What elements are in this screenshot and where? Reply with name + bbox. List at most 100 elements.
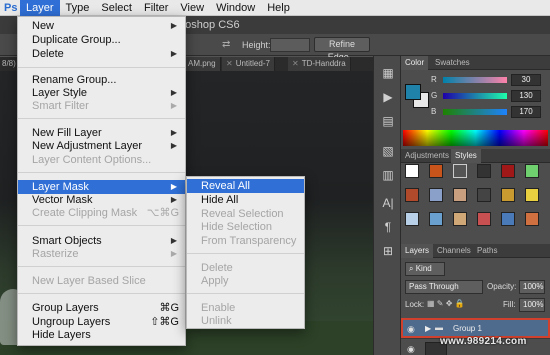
close-icon[interactable]: ✕: [226, 59, 233, 68]
character-icon[interactable]: A|: [379, 194, 397, 212]
actions-play-icon[interactable]: ▶: [379, 88, 397, 106]
submenu-item-hide-all[interactable]: Hide All: [187, 193, 304, 207]
style-swatch[interactable]: [477, 188, 491, 202]
menu-layer[interactable]: Layer: [20, 0, 60, 16]
fill-label: Fill:: [503, 300, 516, 309]
red-value[interactable]: 30: [511, 74, 541, 86]
app-menu[interactable]: Ps: [0, 0, 20, 16]
style-swatch[interactable]: [525, 212, 539, 226]
submenu-item-reveal-all[interactable]: Reveal All: [187, 179, 304, 193]
menu-item-new-fill-layer[interactable]: New Fill Layer ▶: [18, 126, 185, 140]
tab-channels[interactable]: Channels: [433, 244, 475, 258]
foreground-color-swatch[interactable]: [405, 84, 421, 100]
submenu-item-reveal-selection: Reveal Selection: [187, 207, 304, 221]
blend-row: Pass Through Opacity: 100%: [405, 280, 546, 294]
menu-item-delete[interactable]: Delete ▶: [18, 47, 185, 61]
menu-item-duplicate-group[interactable]: Duplicate Group...: [18, 33, 185, 47]
style-swatch[interactable]: [429, 188, 443, 202]
tab-styles[interactable]: Styles: [451, 149, 481, 163]
green-slider[interactable]: [443, 93, 507, 99]
style-swatch[interactable]: [477, 212, 491, 226]
tab-adjustments[interactable]: Adjustments: [401, 149, 453, 163]
swap-icon[interactable]: ⇄: [222, 39, 230, 50]
paragraph-icon[interactable]: ¶: [379, 218, 397, 236]
submenu-arrow-icon: ▶: [170, 101, 177, 110]
menu-item-vector-mask[interactable]: Vector Mask ▶: [18, 193, 185, 207]
menu-item-group-layers[interactable]: Group Layers ⌘G: [18, 301, 185, 315]
tab-swatches[interactable]: Swatches: [431, 56, 474, 70]
submenu-arrow-icon: ▶: [170, 182, 177, 191]
tool-presets-icon[interactable]: ⊞: [379, 242, 397, 260]
history-icon[interactable]: ▦: [379, 64, 397, 82]
visibility-eye-icon[interactable]: ◉: [407, 324, 415, 335]
blue-label: B: [431, 107, 437, 116]
style-swatch[interactable]: [429, 212, 443, 226]
style-swatch[interactable]: [501, 164, 515, 178]
item-label: New Layer Based Slice: [32, 275, 146, 287]
tab-color[interactable]: Color: [401, 56, 429, 70]
menu-filter[interactable]: Filter: [138, 0, 174, 16]
tab-td-handdra[interactable]: ✕ TD-Handdra: [288, 57, 351, 71]
menu-item-new[interactable]: New ▶: [18, 19, 185, 33]
blue-slider[interactable]: [443, 109, 507, 115]
style-swatch[interactable]: [477, 164, 491, 178]
menu-item-new-adjustment-layer[interactable]: New Adjustment Layer ▶: [18, 139, 185, 153]
menu-item-layer-style[interactable]: Layer Style ▶: [18, 86, 185, 100]
tab-am-png[interactable]: AM.png: [184, 57, 221, 71]
lock-icons[interactable]: ▦ ✎ ✥ 🔒: [427, 299, 465, 308]
refine-edge-button[interactable]: Refine Edge...: [314, 37, 370, 62]
menu-item-create-clipping-mask: Create Clipping Mask ⌥⌘G: [18, 206, 185, 220]
menu-item-smart-objects[interactable]: Smart Objects ▶: [18, 234, 185, 248]
style-swatch[interactable]: [453, 164, 467, 178]
menu-type[interactable]: Type: [60, 0, 96, 16]
blend-mode-select[interactable]: Pass Through: [405, 280, 483, 294]
tab-layers[interactable]: Layers: [401, 244, 434, 258]
red-slider[interactable]: [443, 77, 507, 83]
style-swatch[interactable]: [405, 164, 419, 178]
style-swatch[interactable]: [453, 212, 467, 226]
style-swatch[interactable]: [501, 188, 515, 202]
disclosure-triangle-icon[interactable]: ▶: [425, 324, 431, 333]
menu-help[interactable]: Help: [261, 0, 296, 16]
menu-item-ungroup-layers[interactable]: Ungroup Layers ⇧⌘G: [18, 315, 185, 329]
tab-untitled-7[interactable]: ✕ Untitled-7: [222, 57, 275, 71]
layer-mask-submenu: Reveal All Hide All Reveal Selection Hid…: [186, 176, 305, 329]
tab-paths[interactable]: Paths: [473, 244, 501, 258]
color-spectrum[interactable]: [403, 130, 548, 146]
kind-filter-select[interactable]: ⌕ Kind: [405, 262, 445, 276]
filter-row: ⌕ Kind: [405, 262, 546, 276]
menu-view[interactable]: View: [174, 0, 210, 16]
shortcut-label: ⌘G: [159, 302, 179, 314]
style-swatch[interactable]: [525, 164, 539, 178]
style-swatch[interactable]: [453, 188, 467, 202]
style-swatch[interactable]: [405, 212, 419, 226]
blue-slider-row: B 170: [431, 106, 548, 118]
menu-item-layer-mask[interactable]: Layer Mask ▶: [18, 180, 185, 194]
style-swatch[interactable]: [501, 212, 515, 226]
fill-field[interactable]: 100%: [519, 298, 545, 312]
menu-separator: [18, 225, 185, 226]
item-label: Ungroup Layers: [32, 316, 111, 328]
menu-select[interactable]: Select: [95, 0, 138, 16]
opacity-field[interactable]: 100%: [519, 280, 545, 294]
height-field[interactable]: [270, 38, 310, 52]
menu-window[interactable]: Window: [210, 0, 261, 16]
layer-comps-icon[interactable]: ▥: [379, 166, 397, 184]
menu-item-rename-group[interactable]: Rename Group...: [18, 73, 185, 87]
close-icon[interactable]: ✕: [292, 59, 299, 68]
style-swatch[interactable]: [405, 188, 419, 202]
item-label: Unlink: [201, 315, 232, 327]
info-icon[interactable]: ▧: [379, 142, 397, 160]
style-swatch[interactable]: [525, 188, 539, 202]
red-slider-row: R 30: [431, 74, 548, 86]
blue-value[interactable]: 170: [511, 106, 541, 118]
item-label: Rasterize: [32, 248, 79, 260]
green-value[interactable]: 130: [511, 90, 541, 102]
brush-presets-icon[interactable]: ▤: [379, 112, 397, 130]
menu-item-hide-layers[interactable]: Hide Layers: [18, 328, 185, 342]
menu-separator: [18, 67, 185, 68]
style-swatch[interactable]: [429, 164, 443, 178]
tab-label: AM.png: [188, 59, 216, 68]
visibility-eye-icon[interactable]: ◉: [407, 344, 415, 355]
layer-row-group-1[interactable]: ◉ ▶ ▬ Group 1: [401, 318, 550, 338]
